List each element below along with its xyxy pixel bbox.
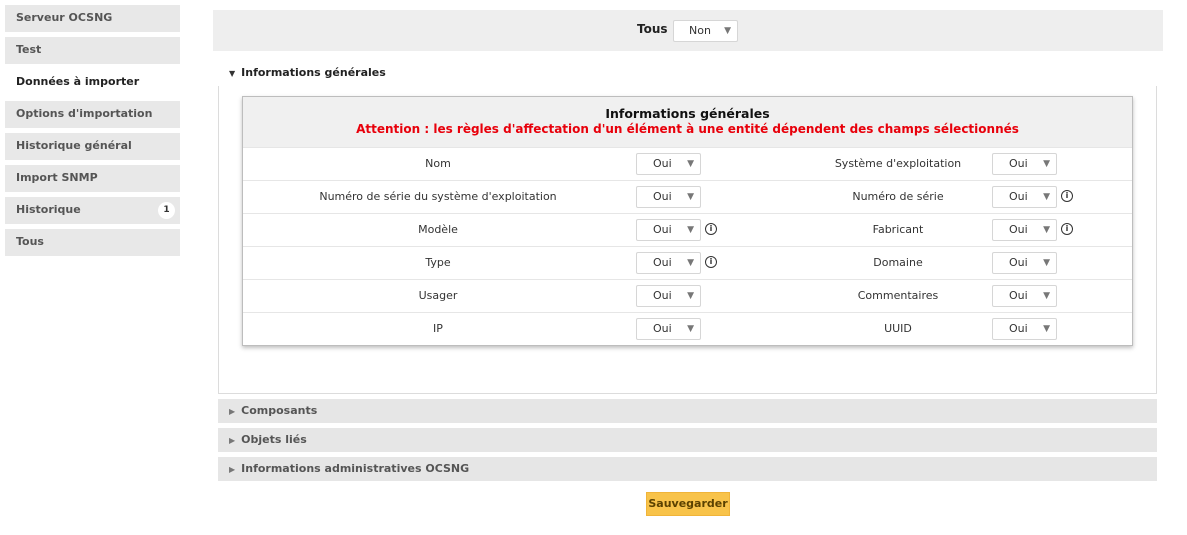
section-title: Informations administratives OCSNG [241,462,470,475]
table-row: Usager Oui ▼ Commentaires Oui ▼ [243,279,1132,312]
select-value: Oui [653,289,672,302]
section-header-general[interactable]: ▼ Informations générales [229,66,386,79]
section-title: Informations générales [241,66,386,79]
systeme-exploitation-select[interactable]: Oui ▼ [992,153,1057,175]
field-label-numero-serie: Numéro de série [852,190,944,203]
uuid-select[interactable]: Oui ▼ [992,318,1057,340]
sidebar-item-options-importation[interactable]: Options d'importation [5,101,180,128]
general-info-card: Informations générales Attention : les r… [242,96,1133,346]
field-label-systeme-exploitation: Système d'exploitation [834,157,962,170]
chevron-down-icon: ▼ [1043,324,1050,334]
sidebar-nav: Serveur OCSNG Test Données à importer Op… [5,5,180,261]
numero-serie-select[interactable]: Oui ▼ [992,186,1057,208]
field-label-commentaires: Commentaires [857,289,939,302]
field-label-usager: Usager [418,289,458,302]
field-label-modele: Modèle [418,223,458,236]
sidebar-item-import-snmp[interactable]: Import SNMP [5,165,180,192]
caret-down-icon: ▼ [229,69,236,78]
field-label-ip: IP [433,322,443,335]
select-value: Oui [653,256,672,269]
field-label-nom: Nom [425,157,451,170]
sidebar-item-test[interactable]: Test [5,37,180,64]
table-row: IP Oui ▼ UUID Oui ▼ [243,312,1132,345]
chevron-down-icon: ▼ [687,225,694,235]
section-header-composants[interactable]: ▶ Composants [218,399,1157,423]
nom-select[interactable]: Oui ▼ [636,153,701,175]
select-value: Oui [1009,190,1028,203]
numero-serie-os-select[interactable]: Oui ▼ [636,186,701,208]
tous-select[interactable]: Non ▼ [673,20,738,42]
chevron-down-icon: ▼ [1043,159,1050,169]
field-label-uuid: UUID [884,322,912,335]
type-select[interactable]: Oui ▼ [636,252,701,274]
select-value: Oui [1009,322,1028,335]
sidebar-item-label: Historique [16,203,81,216]
select-value: Oui [653,190,672,203]
select-value: Oui [1009,289,1028,302]
chevron-down-icon: ▼ [1043,258,1050,268]
select-value: Non [689,24,711,37]
chevron-down-icon: ▼ [687,324,694,334]
field-label-numero-serie-os: Numéro de série du système d'exploitatio… [319,190,557,203]
modele-select[interactable]: Oui ▼ [636,219,701,241]
info-circle-icon[interactable]: i [1061,223,1073,235]
ip-select[interactable]: Oui ▼ [636,318,701,340]
commentaires-select[interactable]: Oui ▼ [992,285,1057,307]
caret-right-icon: ▶ [229,436,236,445]
chevron-down-icon: ▼ [687,159,694,169]
section-header-objets-lies[interactable]: ▶ Objets liés [218,428,1157,452]
info-circle-icon[interactable]: i [705,223,717,235]
chevron-down-icon: ▼ [1043,225,1050,235]
table-row: Type Oui ▼ i Domaine Oui ▼ [243,246,1132,279]
select-value: Oui [653,223,672,236]
select-value: Oui [1009,157,1028,170]
domaine-select[interactable]: Oui ▼ [992,252,1057,274]
chevron-down-icon: ▼ [687,192,694,202]
sidebar-item-historique[interactable]: Historique 1 [5,197,180,224]
field-label-domaine: Domaine [873,256,923,269]
usager-select[interactable]: Oui ▼ [636,285,701,307]
table-row: Numéro de série du système d'exploitatio… [243,180,1132,213]
toolbar: Tous Non ▼ [213,10,1163,51]
select-value: Oui [1009,223,1028,236]
section-title: Composants [241,404,318,417]
section-title: Objets liés [241,433,307,446]
chevron-down-icon: ▼ [687,291,694,301]
field-label-fabricant: Fabricant [872,223,924,236]
count-badge: 1 [158,202,175,219]
field-label-type: Type [425,256,451,269]
table-row: Modèle Oui ▼ i Fabricant Oui ▼ i [243,213,1132,246]
sidebar-item-serveur-ocsng[interactable]: Serveur OCSNG [5,5,180,32]
section-header-infos-admin-ocsng[interactable]: ▶ Informations administratives OCSNG [218,457,1157,481]
tous-label: Tous [637,22,668,36]
card-header: Informations générales Attention : les r… [243,97,1132,147]
table-row: Nom Oui ▼ Système d'exploitation Oui ▼ [243,147,1132,180]
sidebar-item-historique-general[interactable]: Historique général [5,133,180,160]
sidebar-item-donnees-a-importer[interactable]: Données à importer [5,69,180,96]
chevron-down-icon: ▼ [687,258,694,268]
info-circle-icon[interactable]: i [1061,190,1073,202]
chevron-down-icon: ▼ [1043,291,1050,301]
chevron-down-icon: ▼ [724,26,731,36]
select-value: Oui [653,157,672,170]
card-title: Informations générales [605,106,770,121]
caret-right-icon: ▶ [229,407,236,416]
caret-right-icon: ▶ [229,465,236,474]
fabricant-select[interactable]: Oui ▼ [992,219,1057,241]
sidebar-item-tous[interactable]: Tous [5,229,180,256]
warning-text: Attention : les règles d'affectation d'u… [356,122,1019,136]
select-value: Oui [1009,256,1028,269]
chevron-down-icon: ▼ [1043,192,1050,202]
info-circle-icon[interactable]: i [705,256,717,268]
select-value: Oui [653,322,672,335]
save-button[interactable]: Sauvegarder [646,492,730,516]
